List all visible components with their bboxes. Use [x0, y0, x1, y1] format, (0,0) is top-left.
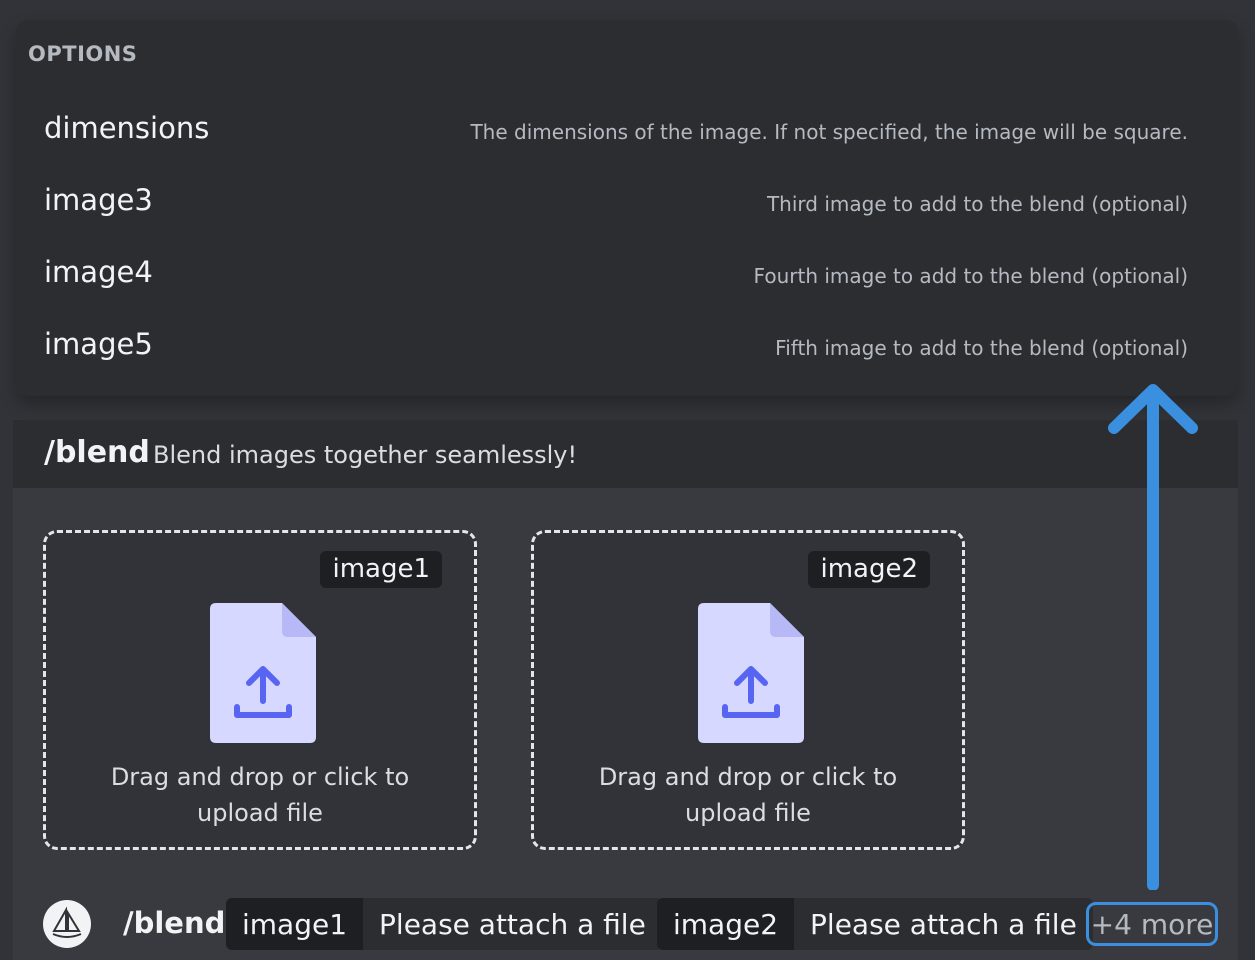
option-image3[interactable]: image3 Third image to add to the blend (…: [16, 170, 1238, 234]
command-description: Blend images together seamlessly!: [153, 441, 578, 469]
command-name: /blend: [44, 435, 150, 470]
bot-avatar[interactable]: [43, 900, 91, 948]
option-dimensions[interactable]: dimensions The dimensions of the image. …: [16, 98, 1238, 162]
param-pill-image1[interactable]: image1 Please attach a file: [226, 898, 662, 950]
param-value: Please attach a file: [810, 907, 1077, 941]
upload-dropzone-image1[interactable]: image1 Drag and drop or click to upload …: [43, 530, 477, 850]
option-name: image3: [44, 183, 153, 217]
slash-command: /blend: [123, 906, 226, 940]
file-upload-icon: [698, 603, 804, 743]
upload-tag: image2: [808, 551, 930, 588]
options-panel: OPTIONS dimensions The dimensions of the…: [16, 20, 1238, 396]
option-description: Third image to add to the blend (optiona…: [766, 192, 1188, 216]
param-label: image1: [226, 898, 364, 950]
param-label: image2: [657, 898, 795, 950]
command-card: /blend Blend images together seamlessly!…: [13, 420, 1238, 960]
option-image5[interactable]: image5 Fifth image to add to the blend (…: [16, 314, 1238, 378]
option-description: Fifth image to add to the blend (optiona…: [775, 336, 1188, 360]
option-description: The dimensions of the image. If not spec…: [470, 120, 1188, 144]
options-heading: OPTIONS: [28, 42, 138, 66]
option-description: Fourth image to add to the blend (option…: [753, 264, 1188, 288]
upload-instructions: Drag and drop or click to upload file: [598, 763, 898, 827]
param-pill-image2[interactable]: image2 Please attach a file: [657, 898, 1093, 950]
param-value: Please attach a file: [379, 907, 646, 941]
upload-dropzone-image2[interactable]: image2 Drag and drop or click to upload …: [531, 530, 965, 850]
option-image4[interactable]: image4 Fourth image to add to the blend …: [16, 242, 1238, 306]
command-header: /blend Blend images together seamlessly!: [13, 420, 1238, 488]
file-upload-icon: [210, 603, 316, 743]
option-name: dimensions: [44, 111, 210, 145]
more-options-button[interactable]: +4 more: [1086, 902, 1218, 946]
option-name: image4: [44, 255, 153, 289]
upload-tag: image1: [320, 551, 442, 588]
sailboat-icon: [52, 907, 82, 938]
upload-instructions: Drag and drop or click to upload file: [110, 763, 410, 827]
option-name: image5: [44, 327, 153, 361]
